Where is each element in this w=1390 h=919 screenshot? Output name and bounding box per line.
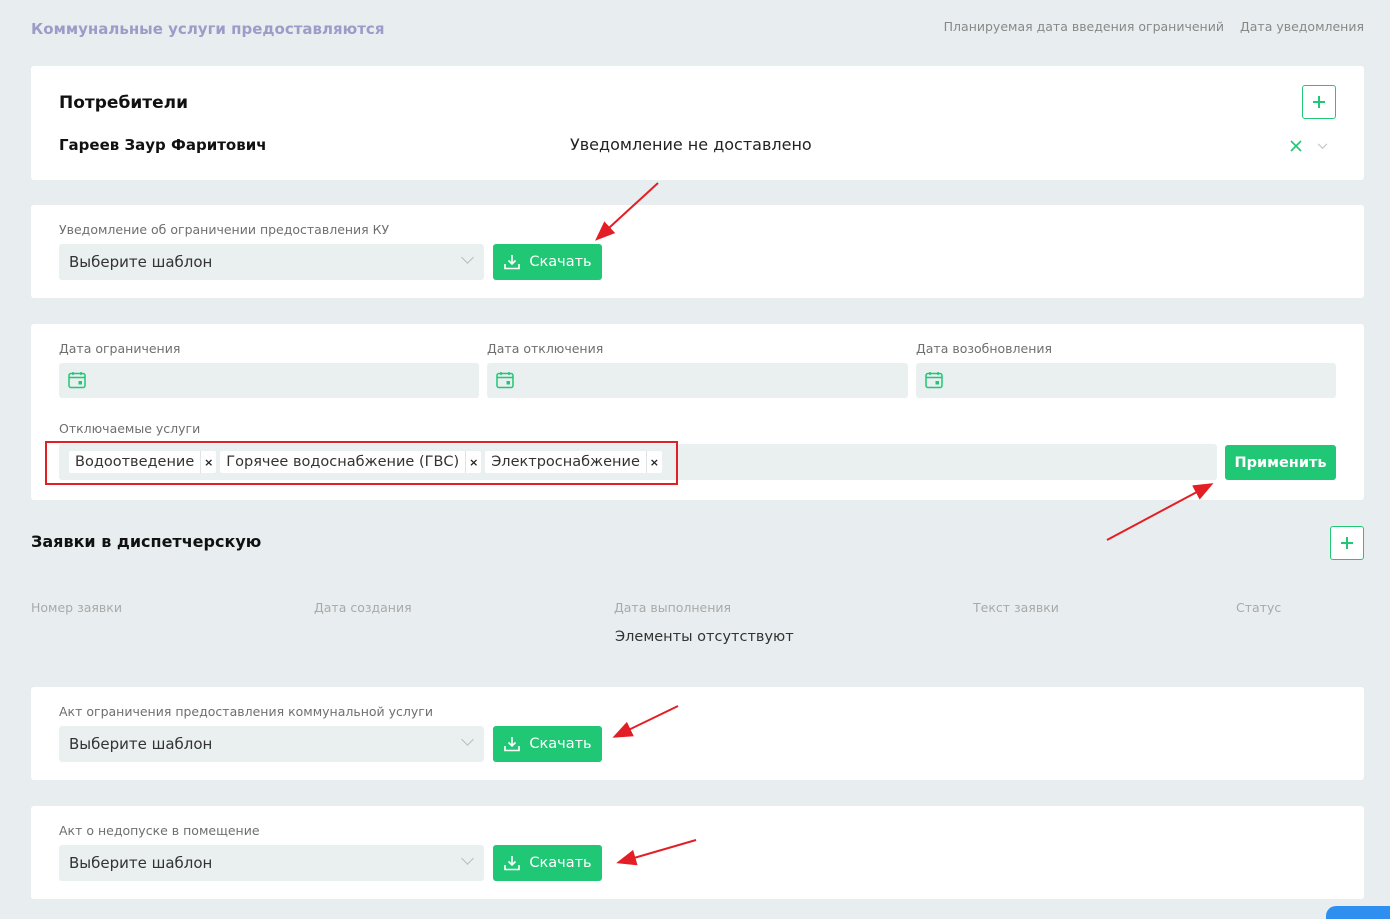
- act-restriction-template-select[interactable]: Выберите шаблон: [59, 726, 484, 762]
- disconnection-date-input[interactable]: [487, 363, 908, 398]
- select-value: Выберите шаблон: [69, 735, 213, 753]
- column-request-number: Номер заявки: [31, 600, 122, 615]
- column-status: Статус: [1236, 600, 1282, 615]
- chevron-down-icon: [461, 733, 474, 746]
- highlight-box: [45, 441, 678, 485]
- consumer-status: Уведомление не доставлено: [570, 135, 812, 154]
- column-request-text: Текст заявки: [973, 600, 1059, 615]
- download-notice-button[interactable]: Скачать: [493, 244, 602, 280]
- calendar-icon: [925, 372, 943, 389]
- chat-widget-tab[interactable]: [1326, 906, 1390, 919]
- calendar-icon: [68, 372, 86, 389]
- consumers-card: Потребители Гареев Заур Фаритович Уведом…: [31, 66, 1364, 180]
- download-icon: [504, 737, 521, 752]
- plus-icon: [1313, 96, 1325, 108]
- empty-state: Элементы отсутствуют: [615, 629, 794, 645]
- act-access-template-select[interactable]: Выберите шаблон: [59, 845, 484, 881]
- chevron-down-icon: [461, 251, 474, 264]
- chevron-down-icon[interactable]: [1317, 143, 1328, 150]
- download-icon: [504, 255, 521, 270]
- download-act-restriction-button[interactable]: Скачать: [493, 726, 602, 762]
- notice-label: Уведомление об ограничении предоставлени…: [59, 222, 390, 237]
- download-label: Скачать: [529, 855, 592, 871]
- calendar-icon: [496, 372, 514, 389]
- restriction-date-label: Дата ограничения: [59, 341, 181, 356]
- chevron-down-icon: [461, 852, 474, 865]
- column-completed-date: Дата выполнения: [614, 600, 732, 615]
- act-restriction-label: Акт ограничения предоставления коммуналь…: [59, 704, 433, 719]
- add-consumer-button[interactable]: [1302, 85, 1336, 119]
- dispatch-title: Заявки в диспетчерскую: [31, 532, 262, 551]
- act-restriction-card: Акт ограничения предоставления коммуналь…: [31, 687, 1364, 780]
- consumers-title: Потребители: [59, 93, 188, 113]
- header-columns: Планируемая дата введения ограничений Да…: [944, 19, 1364, 34]
- plus-icon: [1341, 537, 1353, 549]
- download-act-access-button[interactable]: Скачать: [493, 845, 602, 881]
- apply-label: Применить: [1234, 454, 1327, 471]
- notice-template-select[interactable]: Выберите шаблон: [59, 244, 484, 280]
- act-access-card: Акт о недопуске в помещение Выберите шаб…: [31, 806, 1364, 899]
- select-value: Выберите шаблон: [69, 854, 213, 872]
- add-request-button[interactable]: [1330, 526, 1364, 560]
- section-title: Коммунальные услуги предоставляются: [31, 20, 385, 38]
- resumption-date-label: Дата возобновления: [916, 341, 1053, 356]
- act-access-label: Акт о недопуске в помещение: [59, 823, 260, 838]
- download-icon: [504, 856, 521, 871]
- services-label: Отключаемые услуги: [59, 421, 201, 436]
- notice-card: Уведомление об ограничении предоставлени…: [31, 205, 1364, 298]
- restriction-date-input[interactable]: [59, 363, 479, 398]
- disconnection-date-label: Дата отключения: [487, 341, 604, 356]
- consumer-name: Гареев Заур Фаритович: [59, 136, 267, 154]
- close-icon[interactable]: [1290, 140, 1302, 152]
- planned-date-header: Планируемая дата введения ограничений: [943, 19, 1224, 34]
- column-created-date: Дата создания: [314, 600, 412, 615]
- apply-button[interactable]: Применить: [1225, 445, 1336, 480]
- download-label: Скачать: [529, 254, 592, 270]
- select-value: Выберите шаблон: [69, 253, 213, 271]
- resumption-date-input[interactable]: [916, 363, 1336, 398]
- download-label: Скачать: [529, 736, 592, 752]
- notice-date-header: Дата уведомления: [1239, 19, 1364, 34]
